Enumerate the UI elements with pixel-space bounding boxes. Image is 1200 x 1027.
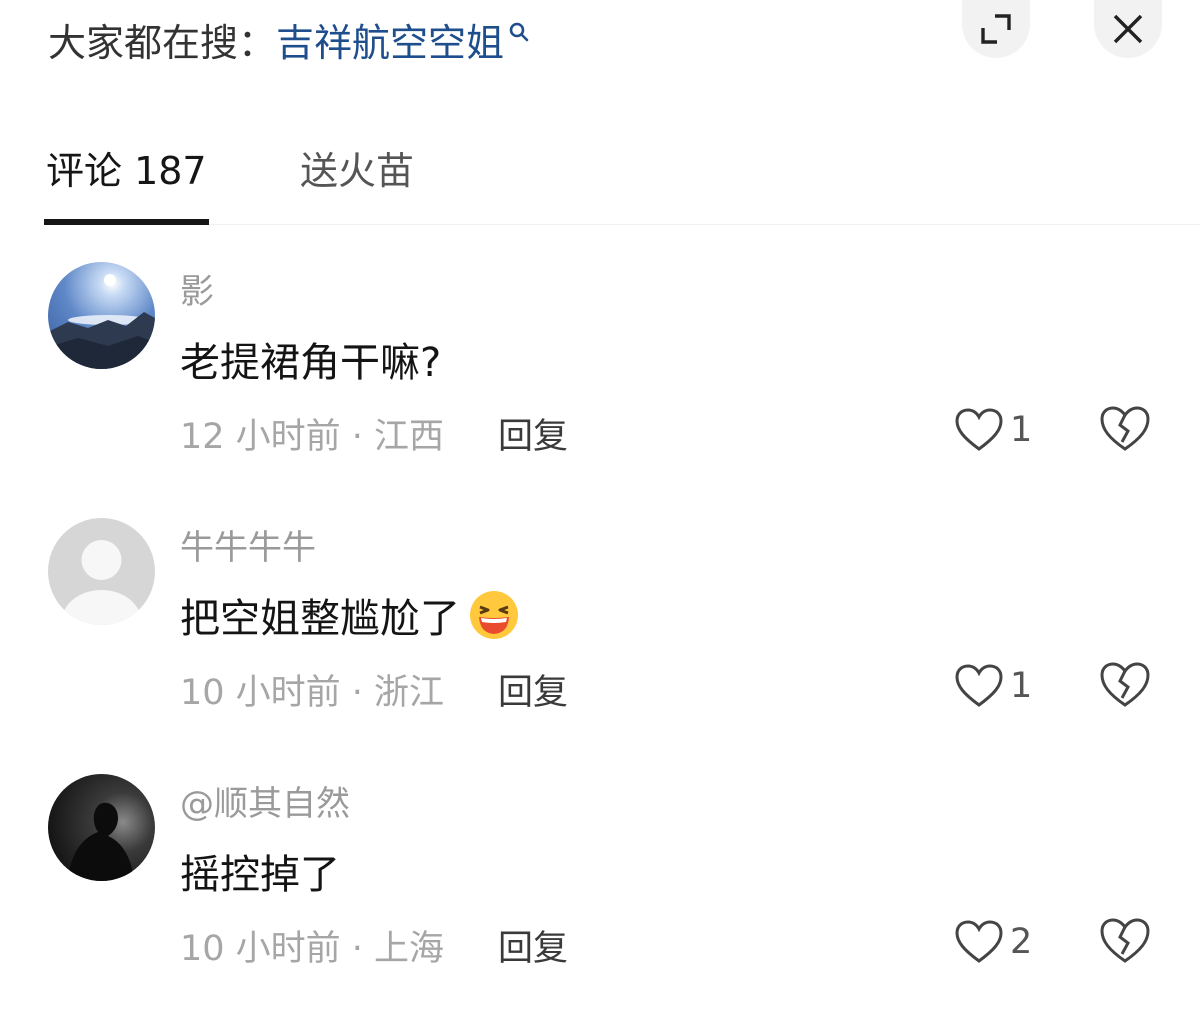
like-count: 1: [1010, 666, 1033, 706]
close-button[interactable]: [1094, 0, 1162, 58]
default-avatar: [48, 518, 155, 625]
broken-heart-icon: [1100, 662, 1150, 707]
tab-send-fire[interactable]: 送火苗: [300, 140, 414, 195]
reply-button[interactable]: 回复: [498, 664, 568, 715]
search-icon[interactable]: [508, 8, 530, 52]
dislike-button[interactable]: [1098, 916, 1152, 970]
tab-comments[interactable]: 评论 187: [46, 140, 207, 195]
comment-item: 牛牛牛牛 把空姐整尴尬了 10 小时前 · 浙江 回复 1: [0, 518, 1200, 768]
close-icon: [1113, 14, 1143, 44]
active-tab-indicator: [44, 219, 209, 225]
heart-icon: [955, 408, 1003, 451]
avatar[interactable]: [48, 518, 155, 625]
comment-item: 影 老提裙角干嘛? 12 小时前 · 江西 回复 1: [0, 262, 1200, 512]
comment-panel: 大家都在搜： 吉祥航空空姐 评论 187 送火苗 影 老提裙角干嘛? 12 小时…: [0, 0, 1200, 1027]
like-button[interactable]: 1: [954, 658, 1032, 714]
dark-portrait-avatar: [48, 774, 155, 881]
expand-icon: [981, 14, 1011, 44]
search-suggestion-prefix: 大家都在搜：: [48, 20, 277, 65]
search-suggestion: 大家都在搜： 吉祥航空空姐: [48, 12, 530, 66]
dislike-button[interactable]: [1098, 404, 1152, 458]
dislike-button[interactable]: [1098, 660, 1152, 714]
comment-text: 把空姐整尴尬了: [180, 586, 520, 644]
reply-button[interactable]: 回复: [498, 408, 568, 459]
laughing-emoji-icon: [470, 591, 518, 639]
like-button[interactable]: 2: [954, 914, 1032, 970]
comment-text: 摇控掉了: [180, 842, 340, 900]
comment-text-body: 老提裙角干嘛?: [180, 340, 442, 386]
comment-text: 老提裙角干嘛?: [180, 330, 441, 388]
expand-button[interactable]: [962, 0, 1030, 58]
tab-bar: 评论 187 送火苗: [0, 130, 1200, 226]
comment-text-body: 摇控掉了: [180, 852, 340, 898]
like-count: 1: [1010, 410, 1033, 450]
comment-item: @顺其自然 摇控掉了 10 小时前 · 上海 回复 2: [0, 774, 1200, 1024]
tab-divider: [209, 224, 1200, 225]
search-suggestion-keyword[interactable]: 吉祥航空空姐: [276, 12, 504, 67]
avatar[interactable]: [48, 774, 155, 881]
heart-icon: [955, 664, 1003, 707]
comment-text-body: 把空姐整尴尬了: [180, 596, 460, 642]
broken-heart-icon: [1100, 406, 1150, 451]
like-count: 2: [1010, 922, 1033, 962]
like-button[interactable]: 1: [954, 402, 1032, 458]
comment-meta: 12 小时前 · 江西: [180, 417, 445, 457]
sky-landscape-avatar: [48, 262, 155, 369]
comment-meta: 10 小时前 · 浙江: [180, 673, 445, 713]
avatar[interactable]: [48, 262, 155, 369]
reply-button[interactable]: 回复: [498, 920, 568, 971]
comment-author[interactable]: 牛牛牛牛: [180, 520, 316, 569]
heart-icon: [955, 920, 1003, 963]
comment-author[interactable]: @顺其自然: [180, 776, 350, 825]
comment-author[interactable]: 影: [180, 264, 214, 313]
broken-heart-icon: [1100, 918, 1150, 963]
comment-meta: 10 小时前 · 上海: [180, 929, 445, 969]
